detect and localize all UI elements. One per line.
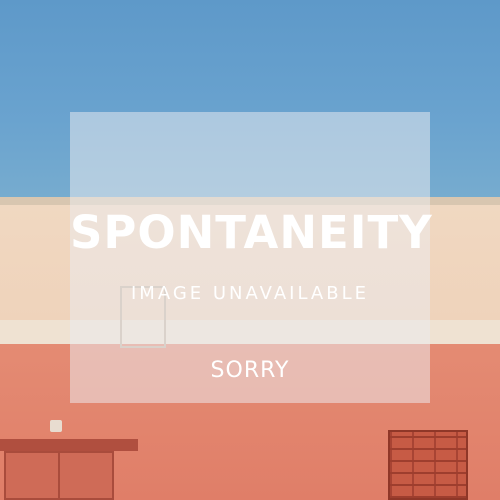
bricked-window (388, 430, 468, 500)
garage-door-divider (58, 451, 60, 500)
placeholder-subtitle: IMAGE UNAVAILABLE (131, 283, 369, 304)
wall-lamp (50, 420, 62, 432)
placeholder-message: SORRY (210, 358, 290, 383)
door-awning (0, 439, 138, 451)
placeholder-title: SPONTANEITY (70, 206, 433, 259)
